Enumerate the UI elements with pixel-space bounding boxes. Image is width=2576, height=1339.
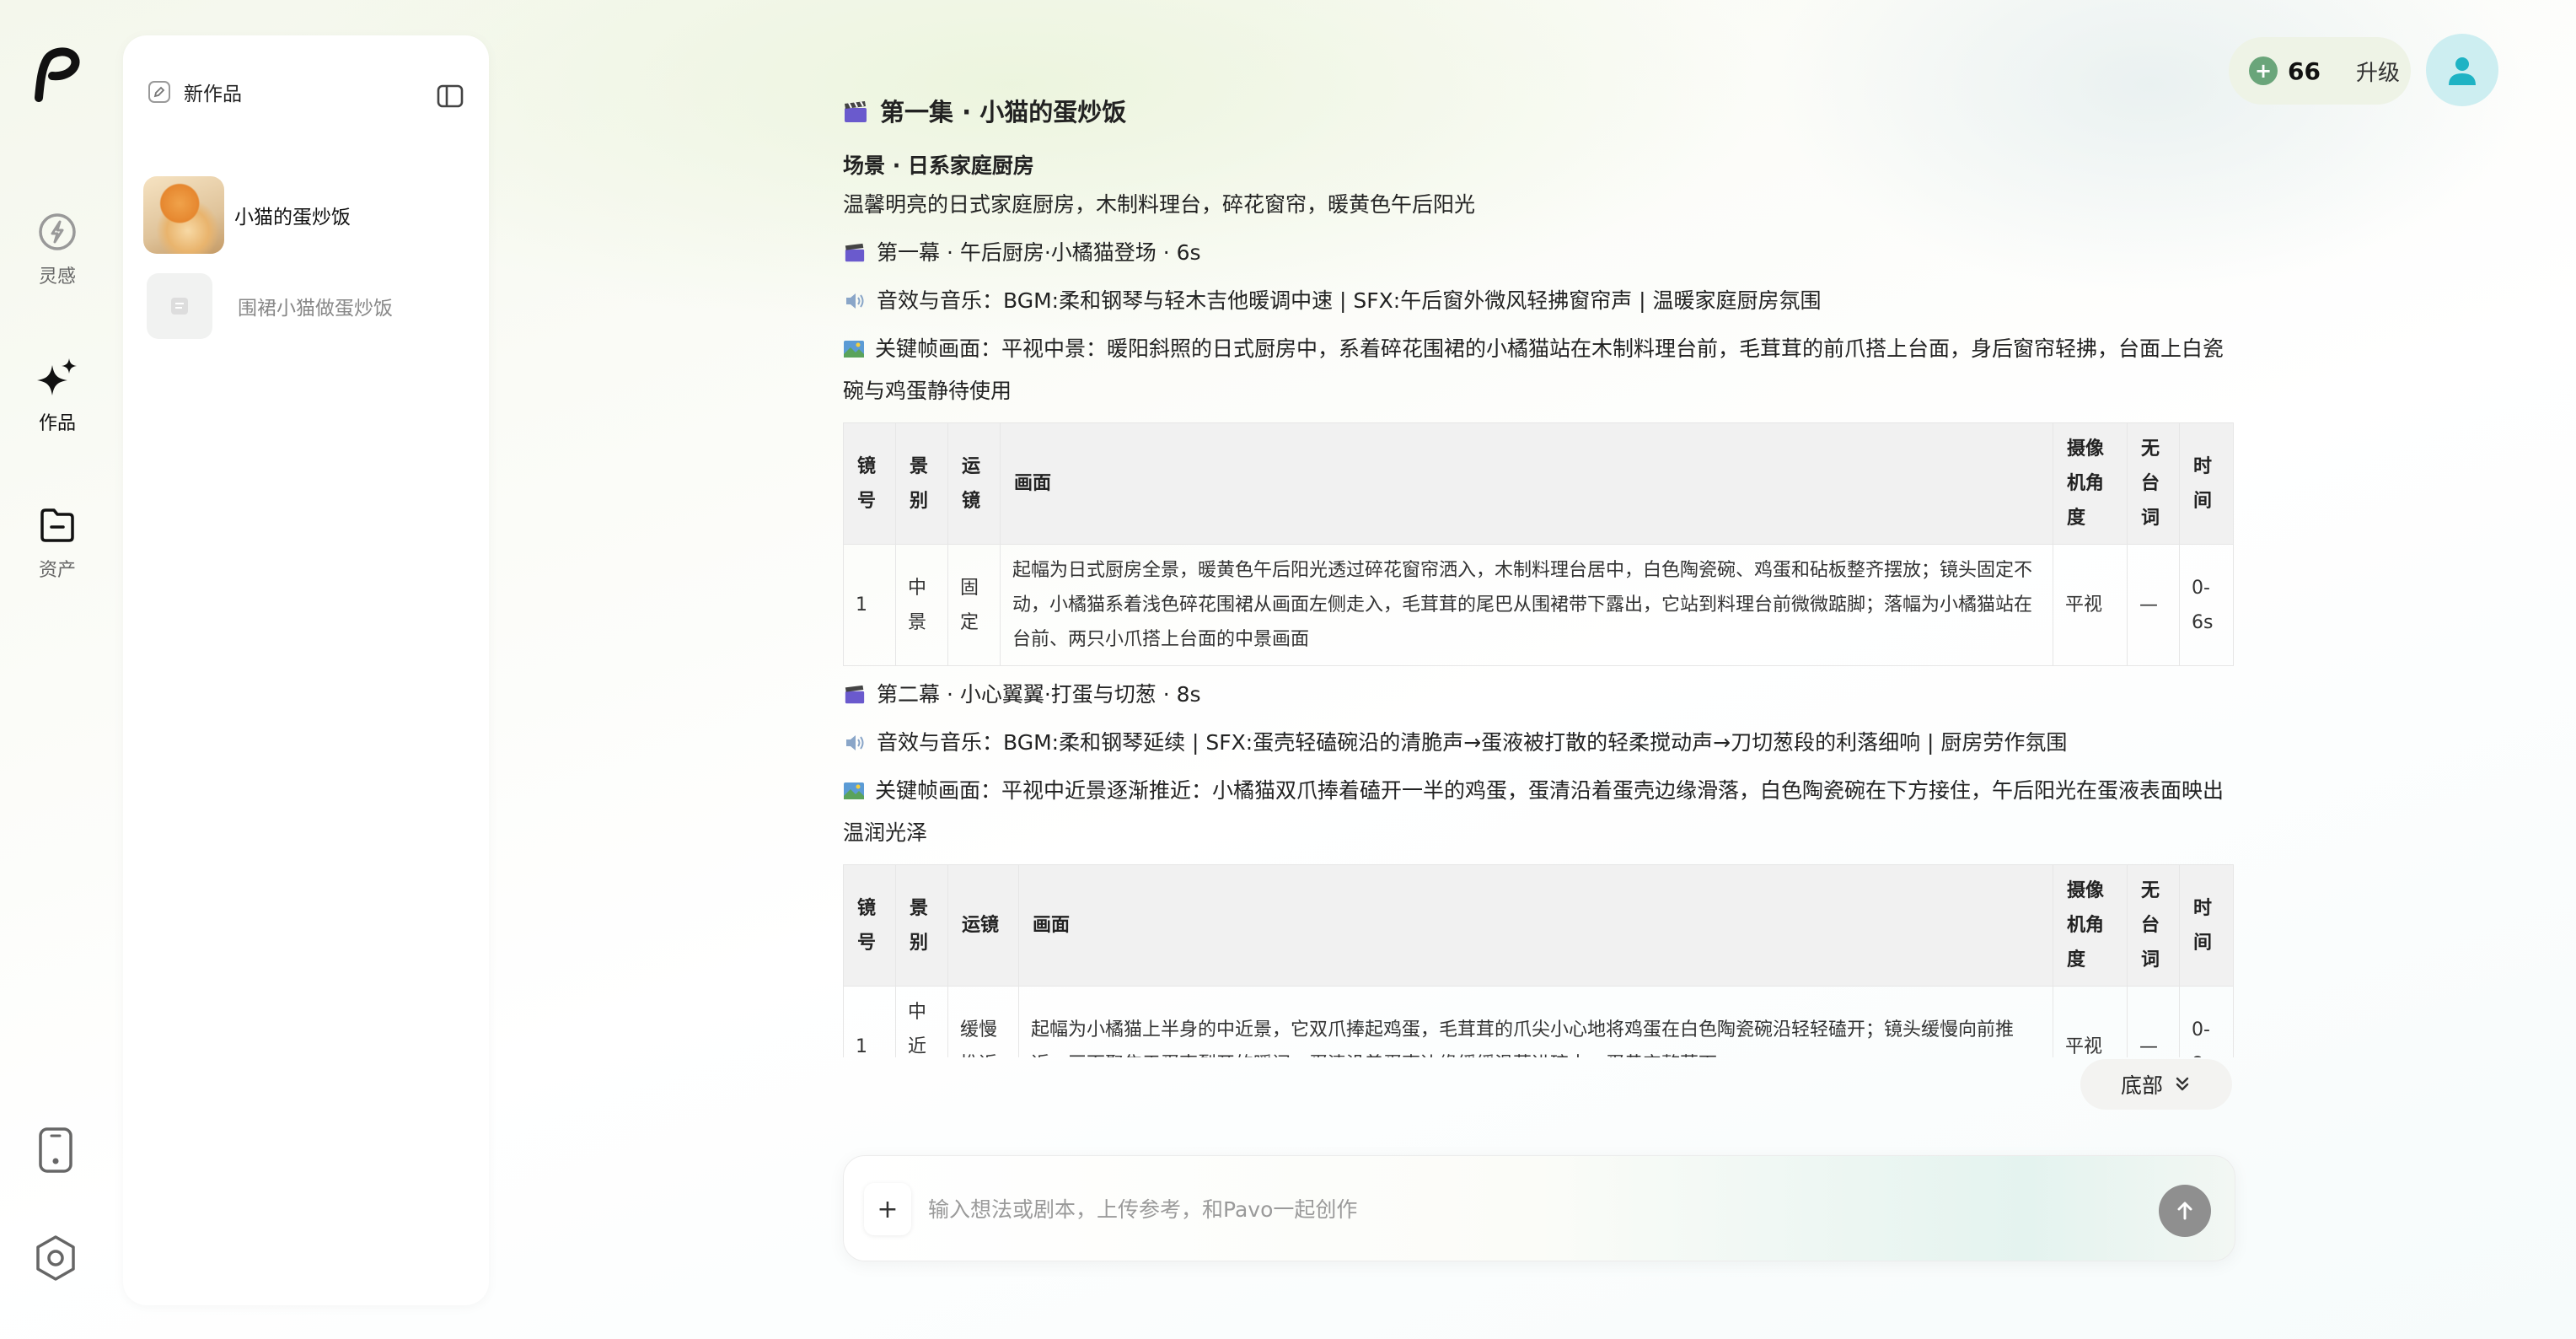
rail-item-label: 资产: [38, 560, 76, 581]
table-cell: 起幅为小橘猫上半身的中近景，它双爪捧起鸡蛋，毛茸茸的爪尖小心地将鸡蛋在白色陶瓷碗…: [1018, 986, 2053, 1057]
audio-row: 音效与音乐：BGM:柔和钢琴与轻木吉他暖调中速 | SFX:午后窗外微风轻拂窗帘…: [843, 282, 2234, 320]
table-cell: 中景: [895, 544, 948, 666]
table-header: 时间: [2179, 864, 2234, 987]
new-work-label: 新作品: [184, 83, 242, 105]
rail-item-label: 作品: [38, 413, 76, 434]
work-item-active[interactable]: 小猫的蛋炒饭: [143, 175, 472, 255]
credit-plus-icon: +: [2249, 56, 2278, 85]
table-cell: 0-8s: [2179, 986, 2234, 1057]
picture-icon: [843, 333, 867, 372]
act-title-row: 第一幕 · 午后厨房·小橘猫登场 · 6s: [843, 234, 2234, 272]
table-cell: 中近景: [895, 986, 948, 1057]
table-header: 景别: [895, 422, 948, 545]
keyframe-text: 关键帧画面：平视中景：暖阳斜照的日式厨房中，系着碎花围裙的小橘猫站在木制料理台前…: [843, 336, 2224, 403]
audio-text: 音效与音乐：BGM:柔和钢琴延续 | SFX:蛋壳轻磕碗沿的清脆声→蛋液被打散的…: [877, 730, 2068, 755]
work-item[interactable]: 围裙小猫做蛋炒饭: [143, 266, 472, 346]
keyframe-text: 关键帧画面：平视中近景逐渐推近：小橘猫双爪捧着磕开一半的鸡蛋，蛋清沿着蛋壳边缘滑…: [843, 778, 2224, 845]
user-avatar[interactable]: [2426, 34, 2498, 106]
credits-badge[interactable]: + 66 升级: [2229, 37, 2411, 105]
table-cell: 起幅为日式厨房全景，暖黄色午后阳光透过碎花窗帘洒入，木制料理台居中，白色陶瓷碗、…: [1000, 544, 2053, 666]
table-header-row: 镜号 景别 运镜 画面 摄像机角度 无台词 时间: [843, 864, 2234, 987]
scene-description: 温馨明亮的日式家庭厨房，木制料理台，碎花窗帘，暖黄色午后阳光: [843, 192, 1476, 217]
episode-title: 第一集 · 小猫的蛋炒饭: [880, 98, 1127, 126]
works-sidebar: 新作品 小猫的蛋炒饭 围裙小猫做蛋炒饭: [123, 35, 489, 1305]
table-header: 无台词: [2127, 864, 2180, 987]
folder-icon: [35, 503, 80, 548]
clapperboard-icon: [843, 234, 867, 272]
audio-text: 音效与音乐：BGM:柔和钢琴与轻木吉他暖调中速 | SFX:午后窗外微风轻拂窗帘…: [877, 288, 1822, 313]
upgrade-button[interactable]: 升级: [2356, 56, 2400, 87]
table-header: 摄像机角度: [2053, 864, 2128, 987]
left-rail: 灵感 作品 资产: [0, 0, 115, 1339]
table-row: 1 中景 固定 起幅为日式厨房全景，暖黄色午后阳光透过碎花窗帘洒入，木制料理台居…: [843, 544, 2234, 666]
table-cell: 0-6s: [2179, 544, 2234, 666]
rail-item-inspiration[interactable]: 灵感: [15, 202, 99, 295]
clapperboard-icon: [843, 675, 867, 714]
mobile-device-icon[interactable]: [32, 1127, 79, 1174]
settings-icon[interactable]: [32, 1234, 79, 1282]
document-icon: [147, 273, 212, 339]
table-header: 镜号: [843, 422, 896, 545]
table-row: 1 中近景 缓慢推近 起幅为小橘猫上半身的中近景，它双爪捧起鸡蛋，毛茸茸的爪尖小…: [843, 986, 2234, 1057]
work-title: 围裙小猫做蛋炒饭: [238, 298, 393, 320]
table-header: 无台词: [2127, 422, 2180, 545]
new-work-button[interactable]: 新作品: [148, 78, 242, 106]
keyframe-row: 关键帧画面：平视中景：暖阳斜照的日式厨房中，系着碎花围裙的小橘猫站在木制料理台前…: [843, 330, 2234, 411]
act-title: 第一幕 · 午后厨房·小橘猫登场 · 6s: [877, 240, 1201, 265]
shot-table: 镜号 景别 运镜 画面 摄像机角度 无台词 时间 1 中近景 缓慢推近 起幅为小…: [843, 864, 2234, 1057]
sparkle-icon: [35, 356, 80, 401]
rail-item-works[interactable]: 作品: [15, 349, 99, 442]
clapperboard-icon: [845, 101, 867, 122]
table-header-row: 镜号 景别 运镜 画面 摄像机角度 无台词 时间: [843, 422, 2234, 545]
table-cell: 1: [843, 544, 896, 666]
prompt-input-bar: +: [843, 1155, 2235, 1261]
table-cell: 平视: [2053, 986, 2128, 1057]
scroll-to-bottom-label: 底部: [2120, 1073, 2163, 1098]
audio-row: 音效与音乐：BGM:柔和钢琴延续 | SFX:蛋壳轻磕碗沿的清脆声→蛋液被打散的…: [843, 723, 2234, 762]
table-header: 画面: [1018, 864, 2053, 987]
scroll-to-bottom-button[interactable]: 底部: [2080, 1059, 2232, 1110]
attach-plus-button[interactable]: +: [864, 1183, 911, 1235]
credits-count: 66: [2288, 56, 2321, 85]
keyframe-row: 关键帧画面：平视中近景逐渐推近：小橘猫双爪捧着磕开一半的鸡蛋，蛋清沿着蛋壳边缘滑…: [843, 772, 2234, 852]
sidebar-collapse-icon[interactable]: [437, 84, 464, 108]
inspiration-icon: [35, 209, 80, 255]
episode-heading: 第一集 · 小猫的蛋炒饭: [843, 93, 2234, 132]
table-header: 摄像机角度: [2053, 422, 2128, 545]
table-cell: —: [2127, 544, 2180, 666]
table-header: 镜号: [843, 864, 896, 987]
table-cell: —: [2127, 986, 2180, 1057]
send-button[interactable]: [2159, 1185, 2211, 1237]
table-header: 运镜: [947, 864, 1019, 987]
prompt-input[interactable]: [928, 1186, 2108, 1232]
table-cell: 固定: [947, 544, 1001, 666]
picture-icon: [843, 775, 867, 814]
act-title: 第二幕 · 小心翼翼·打蛋与切葱 · 8s: [877, 682, 1201, 707]
table-header: 时间: [2179, 422, 2234, 545]
work-title: 小猫的蛋炒饭: [234, 207, 351, 229]
table-header: 景别: [895, 864, 948, 987]
table-header: 画面: [1000, 422, 2053, 545]
table-header: 运镜: [947, 422, 1001, 545]
double-chevron-down-icon: [2176, 1077, 2189, 1091]
table-cell: 平视: [2053, 544, 2128, 666]
work-thumbnail: [143, 176, 224, 254]
arrow-up-icon: [2177, 1202, 2192, 1220]
speaker-icon: [843, 723, 867, 762]
act-title-row: 第二幕 · 小心翼翼·打蛋与切葱 · 8s: [843, 675, 2234, 714]
shot-table: 镜号 景别 运镜 画面 摄像机角度 无台词 时间 1 中景 固定 起幅为日式厨房…: [843, 422, 2234, 666]
rail-item-assets[interactable]: 资产: [15, 496, 99, 589]
scene-title: 场景 · 日系家庭厨房: [843, 153, 1034, 178]
chat-content: 第一集 · 小猫的蛋炒饭 场景 · 日系家庭厨房 温馨明亮的日式家庭厨房，木制料…: [843, 93, 2234, 1057]
speaker-icon: [843, 282, 867, 320]
edit-icon: [148, 81, 170, 103]
rail-item-label: 灵感: [38, 266, 76, 288]
table-cell: 缓慢推近: [947, 986, 1019, 1057]
app-logo-icon[interactable]: [30, 46, 84, 105]
table-cell: 1: [843, 986, 896, 1057]
user-icon: [2449, 57, 2476, 85]
